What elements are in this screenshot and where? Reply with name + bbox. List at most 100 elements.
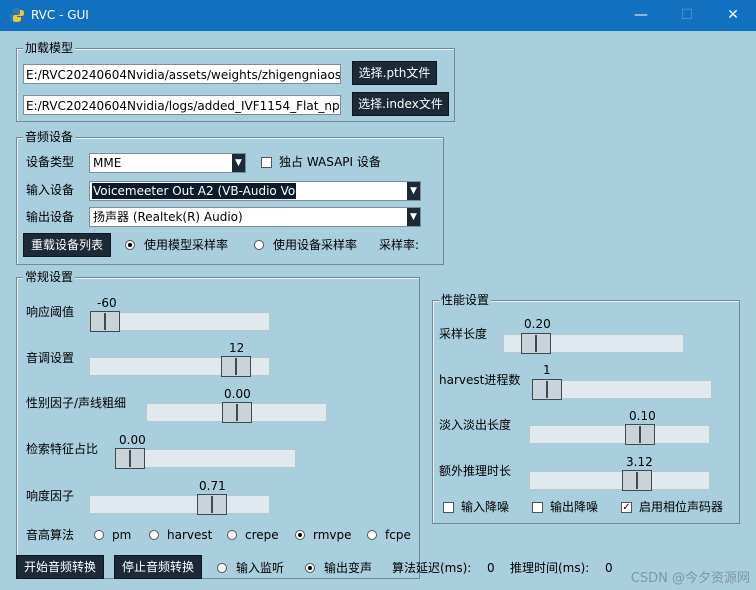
- chevron-down-icon[interactable]: ▼: [407, 182, 420, 200]
- pth-path-input[interactable]: E:/RVC20240604Nvidia/assets/weights/zhig…: [23, 64, 341, 84]
- slider-value-index-rate: 0.00: [119, 433, 146, 447]
- input-device-value: Voicemeeter Out A2 (VB-Audio Vo: [92, 183, 297, 199]
- slider-value-block: 0.20: [524, 317, 551, 331]
- sr-model-label: 使用模型采样率: [144, 238, 229, 252]
- phase-vocoder-checkbox[interactable]: ✓: [621, 502, 632, 513]
- loudness-slider[interactable]: [89, 494, 270, 515]
- extra-time-slider[interactable]: [529, 470, 710, 491]
- slider-handle[interactable]: [625, 424, 655, 445]
- load-model-title: 加载模型: [23, 40, 76, 56]
- crossfade-slider[interactable]: [529, 424, 710, 445]
- slider-value-crossfade: 0.10: [629, 409, 656, 423]
- pitch-algo-radio-harvest[interactable]: [149, 530, 159, 540]
- slider-handle[interactable]: [197, 494, 227, 515]
- slider-value-loudness: 0.71: [199, 479, 226, 493]
- performance-title: 性能设置: [439, 292, 492, 308]
- phase-vocoder-label: 启用相位声码器: [639, 500, 724, 514]
- slider-label-crossfade: 淡入淡出长度: [439, 418, 512, 432]
- block-time-slider[interactable]: [503, 333, 684, 354]
- device-type-label: 设备类型: [26, 155, 75, 169]
- harvest-processes-slider[interactable]: [531, 379, 712, 400]
- load-model-frame: 加载模型 E:/RVC20240604Nvidia/assets/weights…: [16, 40, 455, 122]
- slider-value-threshold: -60: [97, 296, 117, 310]
- output-device-value: 扬声器 (Realtek(R) Audio): [93, 210, 243, 224]
- pitch-algo-radio-crepe[interactable]: [227, 530, 237, 540]
- slider-value-extra: 3.12: [626, 455, 653, 469]
- device-type-value: MME: [93, 156, 122, 170]
- delay-label: 算法延迟(ms):: [392, 561, 472, 575]
- output-denoise-label: 输出降噪: [550, 500, 599, 514]
- delay-value: 0: [487, 561, 495, 575]
- pitch-algo-label-fcpe: fcpe: [385, 528, 411, 542]
- index-rate-slider[interactable]: [114, 448, 296, 469]
- reload-devices-button[interactable]: 重载设备列表: [23, 233, 111, 257]
- slider-value-harvest: 1: [543, 363, 551, 377]
- monitor-input-radio[interactable]: [217, 563, 227, 573]
- main-window: 加载模型 E:/RVC20240604Nvidia/assets/weights…: [0, 31, 756, 590]
- stop-conversion-button[interactable]: 停止音频转换: [114, 555, 202, 579]
- pitch-algo-radio-fcpe[interactable]: [367, 530, 377, 540]
- pitch-algo-radio-rmvpe[interactable]: [295, 530, 305, 540]
- slider-label-harvest: harvest进程数: [439, 373, 521, 387]
- slider-handle[interactable]: [532, 379, 562, 400]
- performance-frame: 性能设置 采样长度 0.20 harvest进程数 1 淡入淡出长度 0.10 …: [432, 292, 740, 524]
- sr-model-radio[interactable]: [125, 240, 135, 250]
- start-conversion-button[interactable]: 开始音频转换: [16, 555, 104, 579]
- monitor-output-radio[interactable]: [305, 563, 315, 573]
- close-button[interactable]: ✕: [710, 0, 756, 31]
- audio-device-title: 音频设备: [23, 129, 76, 145]
- monitor-input-label: 输入监听: [236, 561, 285, 575]
- pitch-algo-label-pm: pm: [112, 528, 132, 542]
- slider-handle[interactable]: [221, 356, 251, 377]
- pitch-algo-label-crepe: crepe: [245, 528, 279, 542]
- python-app-icon: [10, 8, 24, 22]
- watermark: CSDN @今夕资源网: [630, 571, 750, 586]
- slider-label-index-rate: 检索特征占比: [26, 442, 99, 456]
- input-denoise-checkbox[interactable]: [443, 502, 454, 513]
- slider-handle[interactable]: [115, 448, 145, 469]
- title-bar[interactable]: RVC - GUI — ☐ ✕: [0, 0, 756, 31]
- formant-slider[interactable]: [146, 402, 327, 423]
- slider-value-formant: 0.00: [224, 387, 251, 401]
- output-denoise-checkbox[interactable]: [532, 502, 543, 513]
- output-device-label: 输出设备: [26, 210, 75, 224]
- sr-device-radio[interactable]: [254, 240, 264, 250]
- infer-time-value: 0: [605, 561, 613, 575]
- device-type-combobox[interactable]: MME ▼: [89, 153, 246, 173]
- chevron-down-icon[interactable]: ▼: [232, 154, 245, 172]
- output-device-combobox[interactable]: 扬声器 (Realtek(R) Audio) ▼: [89, 207, 421, 227]
- input-denoise-label: 输入降噪: [461, 500, 510, 514]
- pitch-algo-label-harvest: harvest: [167, 528, 213, 542]
- select-pth-button[interactable]: 选择.pth文件: [352, 61, 437, 85]
- wasapi-exclusive-checkbox[interactable]: [261, 157, 272, 168]
- slider-label-formant: 性别因子/声线粗细: [26, 396, 127, 410]
- pitch-algo-label-rmvpe: rmvpe: [313, 528, 352, 542]
- audio-device-frame: 音频设备 设备类型 MME ▼ 独占 WASAPI 设备 输入设备 Voicem…: [16, 129, 444, 265]
- minimize-button[interactable]: —: [618, 0, 664, 31]
- index-path-input[interactable]: E:/RVC20240604Nvidia/logs/added_IVF1154_…: [23, 95, 341, 115]
- slider-handle[interactable]: [222, 402, 252, 423]
- input-device-combobox[interactable]: Voicemeeter Out A2 (VB-Audio Vo ▼: [89, 181, 421, 201]
- pitch-algo-radio-pm[interactable]: [94, 530, 104, 540]
- general-settings-frame: 常规设置 响应阈值 -60 音调设置 12 性别因子/声线粗细 0.00 检索特…: [16, 269, 420, 579]
- maximize-button[interactable]: ☐: [664, 0, 710, 31]
- select-index-button[interactable]: 选择.index文件: [352, 92, 449, 116]
- slider-label-extra: 额外推理时长: [439, 464, 512, 478]
- threshold-slider[interactable]: [89, 311, 270, 332]
- slider-handle[interactable]: [90, 311, 120, 332]
- input-device-label: 输入设备: [26, 183, 75, 197]
- sr-device-label: 使用设备采样率: [273, 238, 358, 252]
- slider-handle[interactable]: [622, 470, 652, 491]
- slider-handle[interactable]: [521, 333, 551, 354]
- slider-value-pitch: 12: [229, 341, 245, 355]
- window-title: RVC - GUI: [31, 8, 89, 22]
- wasapi-exclusive-label: 独占 WASAPI 设备: [279, 155, 381, 169]
- sample-rate-label: 采样率:: [379, 238, 420, 252]
- chevron-down-icon[interactable]: ▼: [407, 208, 420, 226]
- slider-label-pitch: 音调设置: [26, 351, 75, 365]
- slider-label-threshold: 响应阈值: [26, 305, 75, 319]
- slider-label-block: 采样长度: [439, 327, 488, 341]
- pitch-slider[interactable]: [89, 356, 270, 377]
- slider-label-loudness: 响度因子: [26, 489, 75, 503]
- monitor-output-label: 输出变声: [324, 561, 373, 575]
